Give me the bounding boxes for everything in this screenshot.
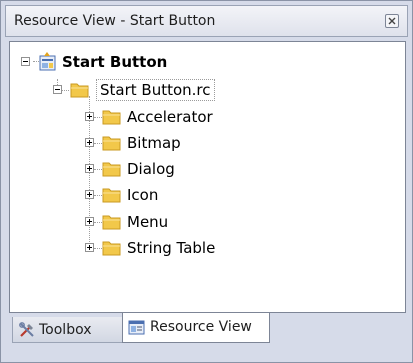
close-icon (388, 17, 396, 25)
panel-title: Resource View - Start Button (14, 13, 216, 29)
tab-toolbox[interactable]: Toolbox (12, 317, 123, 343)
close-button[interactable] (385, 14, 399, 28)
tree-node-label: Dialog (127, 160, 175, 178)
tab-label: Resource View (150, 319, 252, 335)
expand-toggle[interactable] (85, 164, 94, 173)
folder-icon (102, 110, 121, 125)
tree-node-label: Icon (127, 186, 159, 204)
collapse-toggle[interactable] (53, 85, 62, 94)
folder-icon (70, 83, 89, 98)
tree-node-bitmap[interactable]: Bitmap (10, 131, 390, 155)
expand-toggle[interactable] (85, 138, 94, 147)
folder-icon (102, 188, 121, 203)
resource-tree-pane[interactable]: Start Button Start Button.rc Accelerator (9, 41, 406, 313)
tree-node-icon[interactable]: Icon (10, 183, 390, 207)
tree-node-label: Menu (127, 213, 169, 231)
panel-bottom-edge (5, 348, 408, 360)
resource-view-icon (128, 320, 145, 335)
folder-icon (102, 162, 121, 177)
resource-view-window: Resource View - Start Button Start Butto… (0, 0, 413, 363)
expand-toggle[interactable] (85, 190, 94, 199)
tree-node-label: Bitmap (127, 134, 181, 152)
tree-node-root[interactable]: Start Button (10, 50, 390, 74)
tab-label: Toolbox (39, 322, 92, 338)
tree-node-menu[interactable]: Menu (10, 210, 390, 234)
folder-icon (102, 215, 121, 230)
tree-node-label: Start Button (62, 53, 168, 71)
tree-node-dialog[interactable]: Dialog (10, 157, 390, 181)
collapse-toggle[interactable] (21, 57, 30, 66)
resource-tree: Start Button Start Button.rc Accelerator (10, 42, 405, 312)
project-icon (39, 52, 56, 71)
toolbox-icon (19, 322, 34, 337)
expand-toggle[interactable] (85, 112, 94, 121)
expand-toggle[interactable] (85, 217, 94, 226)
tree-node-label: String Table (127, 239, 216, 257)
tree-node-accelerator[interactable]: Accelerator (10, 105, 390, 129)
tab-resource-view[interactable]: Resource View (122, 313, 270, 343)
tree-node-rc-file[interactable]: Start Button.rc (10, 78, 390, 102)
panel-titlebar[interactable]: Resource View - Start Button (5, 5, 408, 37)
folder-icon (102, 241, 121, 256)
tree-node-label: Accelerator (127, 108, 213, 126)
tree-node-label: Start Button.rc (96, 79, 215, 101)
tree-node-string-table[interactable]: String Table (10, 236, 390, 260)
folder-icon (102, 136, 121, 151)
panel-tabbar: Toolbox Resource View (9, 313, 406, 347)
expand-toggle[interactable] (85, 243, 94, 252)
